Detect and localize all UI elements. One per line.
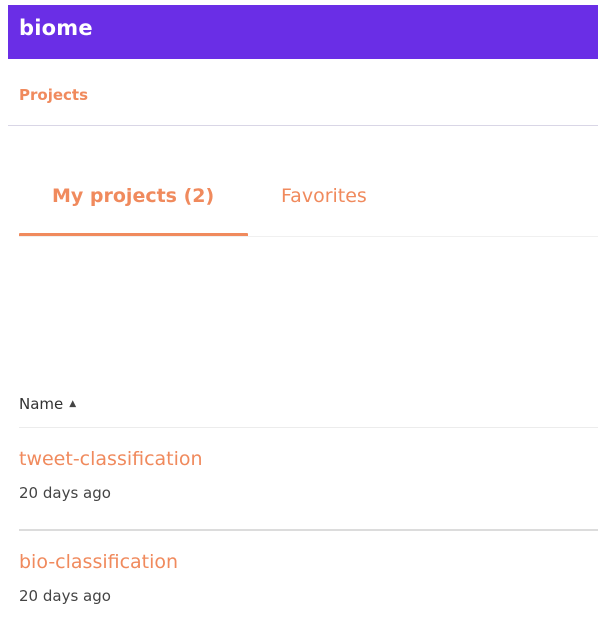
project-tabs: My projects (2) Favorites xyxy=(19,165,598,237)
breadcrumb-projects[interactable]: Projects xyxy=(19,86,88,104)
sort-ascending-icon: ▲ xyxy=(69,399,77,409)
project-updated-time: 20 days ago xyxy=(19,587,111,605)
tab-favorites-label: Favorites xyxy=(281,185,367,207)
tab-my-projects[interactable]: My projects (2) xyxy=(19,165,248,237)
project-row-tweet-classification[interactable]: tweet-classification 20 days ago xyxy=(19,428,598,528)
project-name-link[interactable]: bio-classification xyxy=(19,551,178,573)
top-app-bar: biome xyxy=(8,5,598,59)
tab-favorites[interactable]: Favorites xyxy=(281,165,401,237)
project-updated-time: 20 days ago xyxy=(19,484,111,502)
tabs-divider xyxy=(19,236,598,237)
tab-my-projects-label: My projects (2) xyxy=(52,185,215,207)
name-column-sort-header[interactable]: Name ▲ xyxy=(19,395,76,413)
header-divider xyxy=(8,125,598,126)
project-name-link[interactable]: tweet-classification xyxy=(19,448,203,470)
project-row-bio-classification[interactable]: bio-classification 20 days ago xyxy=(19,531,598,631)
brand-logo[interactable]: biome xyxy=(19,16,93,40)
page: biome Projects My projects (2) Favorites… xyxy=(0,0,600,631)
name-column-label: Name xyxy=(19,395,64,413)
